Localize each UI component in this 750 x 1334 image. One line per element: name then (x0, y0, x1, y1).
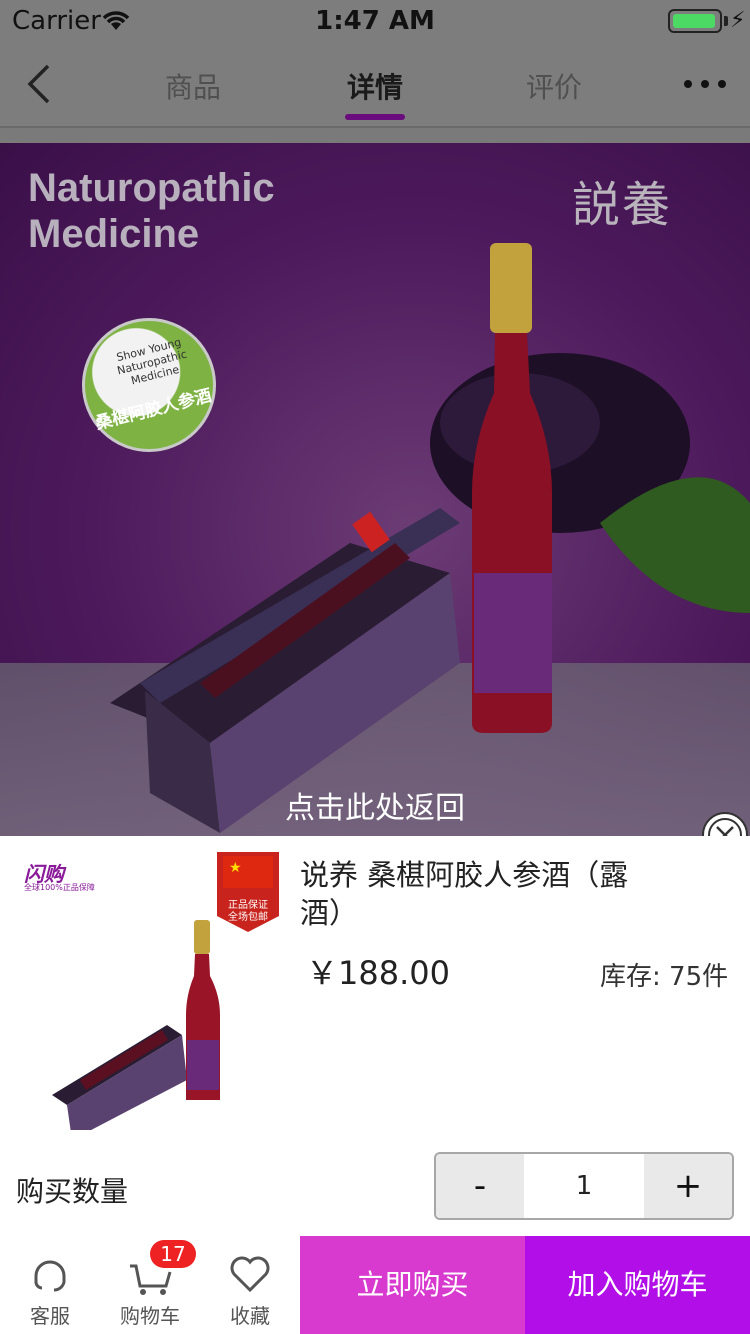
bottle-capsule (490, 243, 532, 333)
quantity-label: 购买数量 (16, 1175, 129, 1208)
buy-now-button[interactable]: 立即购买 (300, 1236, 525, 1334)
status-bar: Carrier 1:47 AM ⚡ (0, 0, 750, 40)
battery-tip (724, 16, 728, 26)
thumbnail-product-illustration (52, 920, 220, 1130)
stock-count: 库存: 75件 (600, 962, 729, 992)
product-sku-sheet: 闪购 全球100%正品保障 ★ 正品保证 全场包邮 说养 桑椹阿胶人参酒（露酒）… (0, 836, 750, 1236)
tab-goods[interactable]: 商品 (133, 66, 253, 106)
product-price: ￥188.00 (306, 954, 450, 992)
headset-icon (34, 1260, 66, 1292)
increase-quantity-button[interactable]: + (644, 1154, 732, 1218)
customer-service-label: 客服 (30, 1304, 70, 1328)
tab-reviews[interactable]: 评价 (494, 66, 614, 106)
battery-level (673, 14, 715, 28)
active-tab-indicator (345, 114, 405, 120)
nav-bar: 商品 详情 评价 (0, 40, 750, 128)
return-hint[interactable]: 点击此处返回 (0, 783, 750, 827)
heart-icon (230, 1256, 270, 1293)
quantity-stepper: - 1 + (434, 1152, 734, 1220)
bottle-label (474, 573, 552, 693)
product-name: 说养 桑椹阿胶人参酒（露酒） (300, 858, 629, 930)
bottom-action-bar: 客服 17 购物车 收藏 立即购买 加入购物车 (0, 1236, 750, 1334)
more-icon[interactable] (680, 78, 730, 90)
cart-label: 购物车 (120, 1304, 180, 1328)
back-arrow-icon[interactable] (22, 62, 56, 106)
cart-button[interactable]: 17 购物车 (100, 1236, 200, 1334)
product-thumbnail: 闪购 全球100%正品保障 ★ 正品保证 全场包邮 (22, 850, 280, 1130)
product-illustration (110, 243, 750, 833)
clock: 1:47 AM (315, 6, 435, 36)
favorite-label: 收藏 (230, 1304, 270, 1328)
hero-banner[interactable]: Naturopathic Medicine 説養 Show Young Natu… (0, 143, 750, 843)
quantity-value[interactable]: 1 (524, 1154, 644, 1218)
cart-count-badge: 17 (150, 1240, 196, 1268)
battery-icon (668, 9, 722, 33)
bolt-icon: ⚡ (730, 8, 746, 33)
customer-service-button[interactable]: 客服 (0, 1236, 100, 1334)
decrease-quantity-button[interactable]: - (436, 1154, 524, 1218)
tab-details[interactable]: 详情 (315, 66, 435, 106)
favorite-button[interactable]: 收藏 (200, 1236, 300, 1334)
add-to-cart-button[interactable]: 加入购物车 (525, 1236, 750, 1334)
